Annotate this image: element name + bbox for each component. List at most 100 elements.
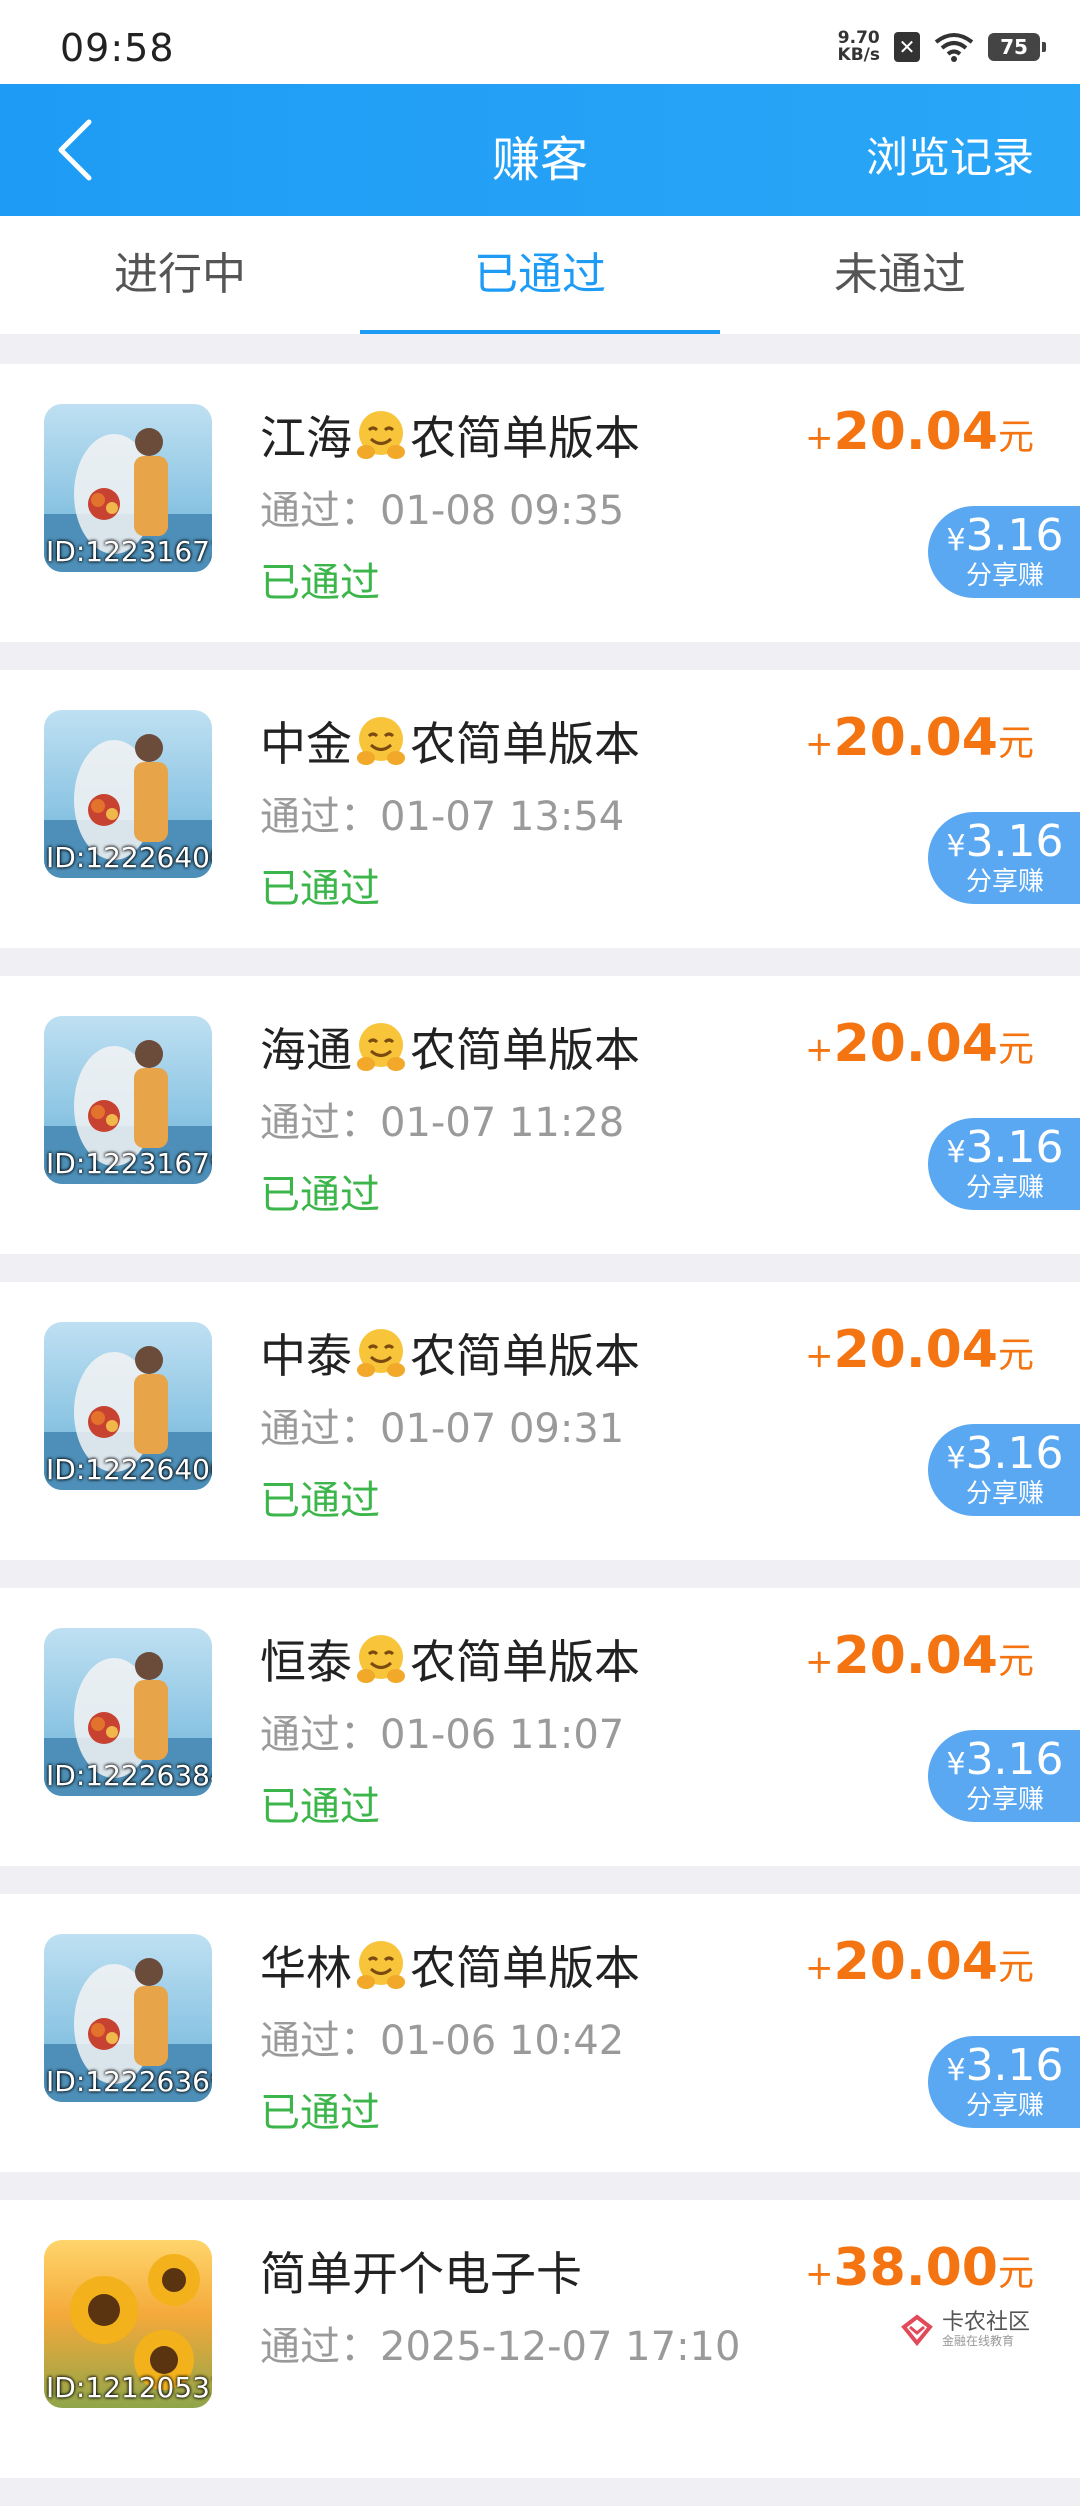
amount-value: 38.00 (833, 2238, 998, 2298)
amount-value: 20.04 (833, 1932, 998, 1992)
amount-unit: 元 (997, 2253, 1034, 2294)
share-label: 分享赚 (965, 2091, 1044, 2121)
wifi-icon (934, 33, 974, 62)
approval-time: 通过：01-07 09:31 (260, 1406, 625, 1452)
share-earn-button[interactable]: ¥3.16 分享赚 (928, 1730, 1080, 1822)
share-label: 分享赚 (965, 1479, 1044, 1509)
amount-sign: + (805, 1030, 834, 1070)
hug-emoji-icon (357, 1635, 405, 1683)
reward-amount: +20.04元 (805, 402, 1034, 462)
task-thumbnail: ID:12226384 (44, 1628, 212, 1796)
share-amount: ¥3.16 (928, 1736, 1080, 1789)
amount-unit: 元 (997, 1029, 1034, 1070)
reward-amount: +20.04元 (805, 1932, 1034, 1992)
task-title-suffix: 农简单版本 (410, 717, 640, 771)
approval-time: 通过：01-06 10:42 (260, 2018, 625, 2064)
share-earn-button[interactable]: ¥3.16 分享赚 (928, 1424, 1080, 1516)
list-item[interactable]: ID:12231673 江海 农简单版本 通过：01-08 09:35 已通过 +… (0, 364, 1080, 642)
task-id: ID:12231673 (46, 535, 212, 568)
tab-in-progress[interactable]: 进行中 (0, 216, 360, 334)
status-icons: 9.70 KB/s ✕ 75 (837, 30, 1046, 65)
task-thumbnail: ID:12226400 (44, 710, 212, 878)
task-title-prefix: 海通 (260, 1023, 352, 1077)
list-item[interactable]: ID:12226369 华林 农简单版本 通过：01-06 10:42 已通过 +… (0, 1894, 1080, 2172)
status-label: 已通过 (260, 866, 380, 912)
task-title: 江海 农简单版本 (260, 402, 640, 468)
amount-sign: + (805, 1336, 834, 1376)
task-id: ID:12226406 (46, 1453, 212, 1486)
share-amount: ¥3.16 (928, 818, 1080, 871)
task-title-prefix: 恒泰 (260, 1635, 352, 1689)
share-label: 分享赚 (965, 867, 1044, 897)
watermark-text: 卡农社区 (942, 2310, 1031, 2335)
task-thumbnail: ID:12231679 (44, 1016, 212, 1184)
list-item[interactable]: ID:12226400 中金 农简单版本 通过：01-07 13:54 已通过 +… (0, 670, 1080, 948)
task-thumbnail: ID:12231673 (44, 404, 212, 572)
task-title: 中泰 农简单版本 (260, 1320, 640, 1386)
share-value: 3.16 (965, 1734, 1064, 1785)
task-id: ID:12226369 (46, 2065, 212, 2098)
task-title-prefix: 中泰 (260, 1329, 352, 1383)
hug-emoji-icon (357, 411, 405, 459)
reward-amount: +20.04元 (805, 708, 1034, 768)
tab-passed[interactable]: 已通过 (360, 216, 720, 334)
share-currency: ¥ (946, 1747, 966, 1782)
task-title-suffix: 农简单版本 (410, 1329, 640, 1383)
share-currency: ¥ (946, 829, 966, 864)
approval-time: 通过：01-07 11:28 (260, 1100, 625, 1146)
task-title-prefix: 简单开个电子卡 (260, 2247, 582, 2301)
task-list: ID:12231673 江海 农简单版本 通过：01-08 09:35 已通过 +… (0, 364, 1080, 2506)
task-title: 简单开个电子卡 (260, 2238, 582, 2304)
task-title-suffix: 农简单版本 (410, 1941, 640, 1995)
share-value: 3.16 (965, 816, 1064, 867)
status-label: 已通过 (260, 1172, 380, 1218)
share-currency: ¥ (946, 2053, 966, 2088)
share-earn-button[interactable]: ¥3.16 分享赚 (928, 2036, 1080, 2128)
task-title: 中金 农简单版本 (260, 708, 640, 774)
reward-amount: +20.04元 (805, 1014, 1034, 1074)
share-amount: ¥3.16 (928, 1124, 1080, 1177)
amount-unit: 元 (997, 723, 1034, 764)
browse-history-link[interactable]: 浏览记录 (866, 124, 1034, 185)
reward-amount: +20.04元 (805, 1320, 1034, 1380)
task-id: ID:12226400 (46, 841, 212, 874)
approval-time: 通过：01-07 13:54 (260, 794, 625, 840)
task-id: ID:12120533 (46, 2371, 212, 2404)
tab-failed[interactable]: 未通过 (720, 216, 1080, 334)
amount-sign: + (805, 1948, 834, 1988)
amount-unit: 元 (997, 1641, 1034, 1682)
approval-time: 通过：01-08 09:35 (260, 488, 625, 534)
hug-emoji-icon (357, 717, 405, 765)
amount-sign: + (805, 1642, 834, 1682)
share-amount: ¥3.16 (928, 512, 1080, 565)
net-speed-unit: KB/s (837, 45, 880, 65)
status-label: 已通过 (260, 1478, 380, 1524)
share-currency: ¥ (946, 1135, 966, 1170)
share-label: 分享赚 (965, 1173, 1044, 1203)
share-value: 3.16 (965, 1122, 1064, 1173)
task-title-suffix: 农简单版本 (410, 1023, 640, 1077)
amount-value: 20.04 (833, 402, 998, 462)
task-thumbnail: ID:12226369 (44, 1934, 212, 2102)
hug-emoji-icon (357, 1329, 405, 1377)
amount-sign: + (805, 418, 834, 458)
share-earn-button[interactable]: ¥3.16 分享赚 (928, 506, 1080, 598)
list-item[interactable]: ID:12226384 恒泰 农简单版本 通过：01-06 11:07 已通过 +… (0, 1588, 1080, 1866)
share-currency: ¥ (946, 1441, 966, 1476)
amount-unit: 元 (997, 1947, 1034, 1988)
status-label: 已通过 (260, 1784, 380, 1830)
list-item[interactable]: ID:12226406 中泰 农简单版本 通过：01-07 09:31 已通过 +… (0, 1282, 1080, 1560)
task-title-suffix: 农简单版本 (410, 1635, 640, 1689)
amount-value: 20.04 (833, 1014, 998, 1074)
share-earn-button[interactable]: ¥3.16 分享赚 (928, 1118, 1080, 1210)
task-title-prefix: 华林 (260, 1941, 352, 1995)
amount-value: 20.04 (833, 708, 998, 768)
status-label: 已通过 (260, 2090, 380, 2136)
task-thumbnail: ID:12120533 (44, 2240, 212, 2408)
status-tabs: 进行中 已通过 未通过 (0, 216, 1080, 334)
share-earn-button[interactable]: ¥3.16 分享赚 (928, 812, 1080, 904)
sim-off-icon: ✕ (894, 32, 920, 62)
list-item[interactable]: ID:12231679 海通 农简单版本 通过：01-07 11:28 已通过 +… (0, 976, 1080, 1254)
task-title: 华林 农简单版本 (260, 1932, 640, 1998)
amount-value: 20.04 (833, 1626, 998, 1686)
